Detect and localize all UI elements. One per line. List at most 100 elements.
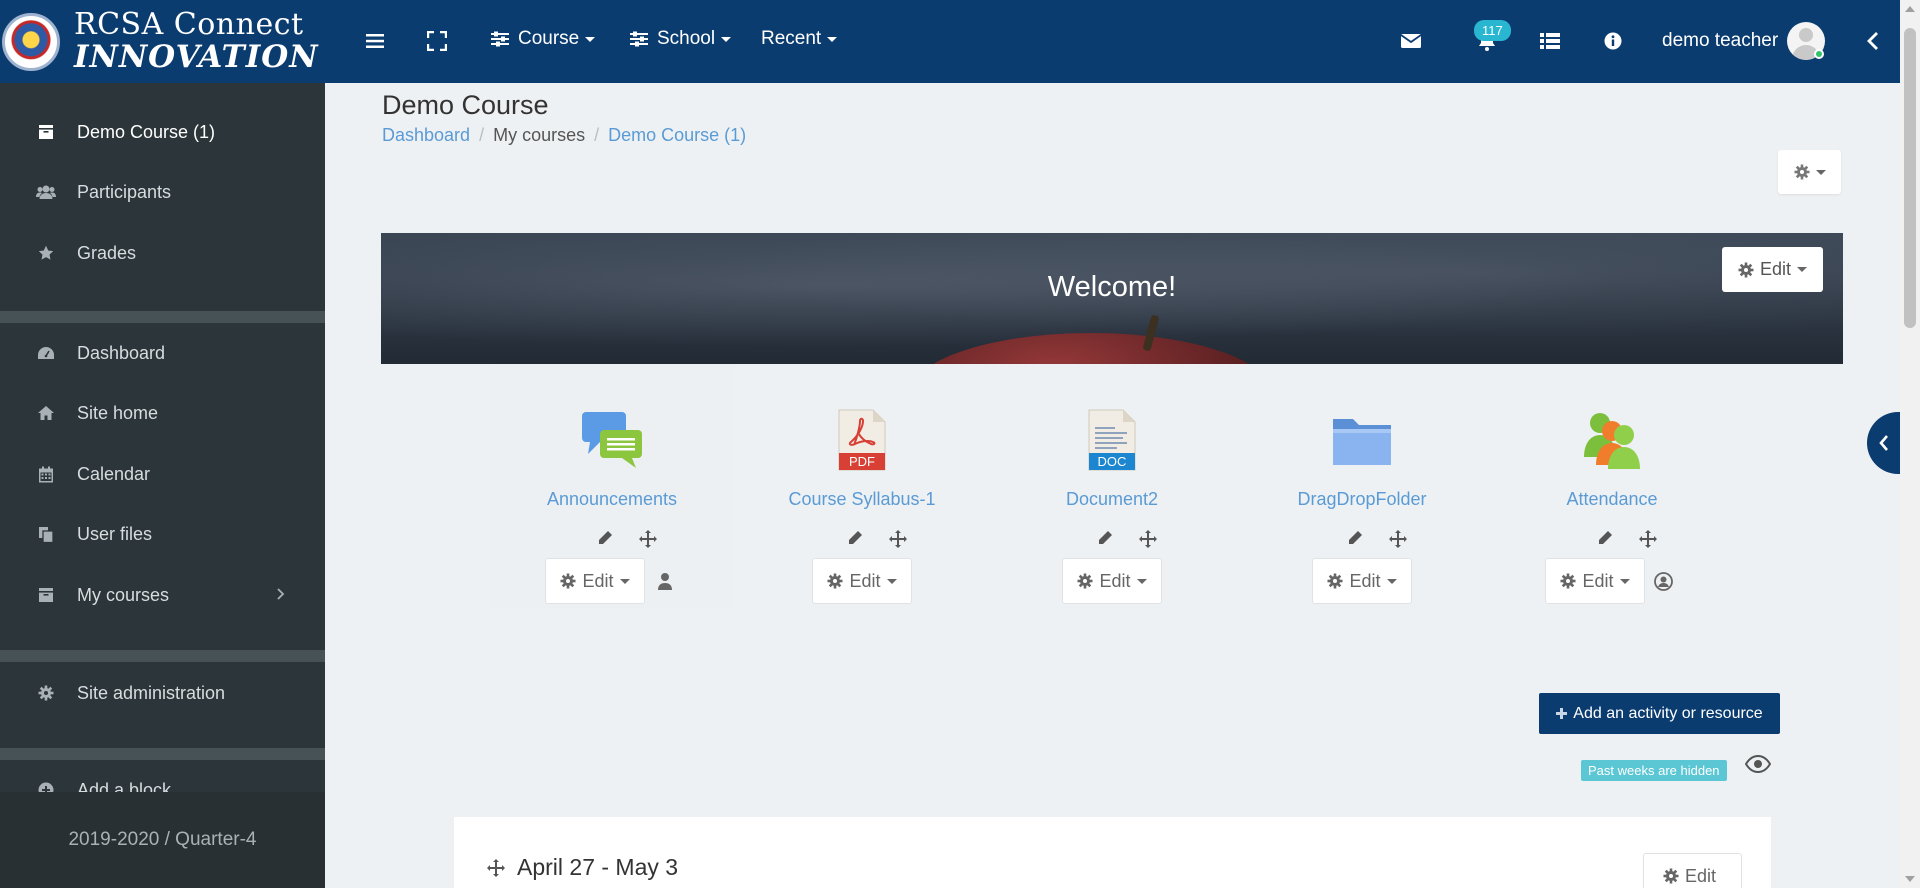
- recent-menu[interactable]: Recent: [761, 28, 838, 50]
- scrollbar-thumb[interactable]: [1904, 28, 1916, 328]
- activity-name: Document2: [1065, 489, 1159, 509]
- sidebar-term-footer: 2019-2020 / Quarter-4: [0, 792, 325, 888]
- messages-envelope-icon[interactable]: [1398, 28, 1424, 54]
- sidebar-item-demo-course[interactable]: Demo Course (1): [0, 102, 325, 162]
- move-icon[interactable]: [1389, 530, 1407, 553]
- edit-label: Edit: [849, 570, 881, 591]
- scroll-up-arrow-icon[interactable]: [1905, 6, 1915, 12]
- calendar-icon: [36, 464, 56, 484]
- gear-icon: [1738, 262, 1754, 277]
- chevron-left-icon[interactable]: [1860, 28, 1886, 54]
- course-menu[interactable]: Course: [491, 28, 596, 50]
- school-logo: [2, 12, 60, 71]
- chevron-down-icon: [1619, 578, 1630, 584]
- sidebar-item-label: User files: [77, 523, 153, 544]
- activity-tools: [1097, 530, 1157, 553]
- chevron-down-icon: [827, 36, 838, 42]
- gear-icon: [1560, 573, 1576, 589]
- activity-attendance[interactable]: Attendance: [1492, 408, 1732, 510]
- activity-announcements[interactable]: Announcements: [492, 408, 732, 510]
- section-edit-button[interactable]: Edit: [1643, 853, 1742, 888]
- user-circle-icon[interactable]: [1654, 572, 1673, 596]
- move-icon[interactable]: [487, 859, 505, 882]
- folder-icon: [1330, 408, 1394, 472]
- move-icon[interactable]: [889, 530, 907, 553]
- breadcrumb-dashboard[interactable]: Dashboard: [382, 125, 470, 146]
- sidebar-item-user-files[interactable]: User files: [0, 504, 325, 564]
- add-activity-label: Add an activity or resource: [1573, 704, 1763, 722]
- sidebar-item-label: Site administration: [77, 682, 226, 703]
- activity-dragdropfolder[interactable]: DragDropFolder: [1242, 408, 1482, 510]
- sidebar-divider: [0, 311, 325, 323]
- chevron-down-icon: [721, 36, 732, 42]
- drawer-toggle-button[interactable]: [1867, 412, 1900, 474]
- pencil-icon[interactable]: [1347, 530, 1363, 553]
- gear-icon: [1327, 573, 1343, 589]
- online-status-dot: [1814, 49, 1824, 59]
- welcome-banner: Welcome!: [381, 233, 1843, 364]
- sidebar-item-participants[interactable]: Participants: [0, 162, 325, 222]
- recent-menu-label: Recent: [761, 28, 822, 49]
- chevron-down-icon: [1815, 169, 1826, 175]
- notification-count-badge: 117: [1474, 20, 1511, 41]
- info-icon[interactable]: [1600, 28, 1626, 54]
- user-name[interactable]: demo teacher: [1662, 30, 1778, 52]
- eye-icon[interactable]: [1744, 754, 1772, 778]
- plus-icon: [1556, 708, 1568, 719]
- files-icon: [36, 524, 56, 544]
- attendance-icon: [1580, 408, 1644, 472]
- sidebar-item-site-home[interactable]: Site home: [0, 383, 325, 443]
- sidebar-item-site-administration[interactable]: Site administration: [0, 663, 325, 723]
- breadcrumb: Dashboard / My courses / Demo Course (1): [382, 125, 746, 146]
- list-view-icon[interactable]: [1537, 28, 1563, 54]
- archive-icon: [36, 585, 56, 605]
- past-weeks-hidden-badge: Past weeks are hidden: [1581, 760, 1727, 781]
- page-scrollbar[interactable]: [1900, 0, 1920, 888]
- gear-icon: [1663, 868, 1679, 884]
- brand-line2: INNOVATION: [74, 39, 319, 75]
- breadcrumb-demo-course[interactable]: Demo Course (1): [608, 125, 746, 146]
- user-icon[interactable]: [658, 572, 672, 595]
- apple-image: [911, 333, 1271, 364]
- sidebar-item-dashboard[interactable]: Dashboard: [0, 323, 325, 383]
- pencil-icon[interactable]: [597, 530, 613, 553]
- activity-edit-button[interactable]: Edit: [1062, 558, 1162, 604]
- sidebar-item-my-courses[interactable]: My courses: [0, 565, 325, 625]
- sidebar-item-label: Site home: [77, 402, 159, 423]
- scroll-down-arrow-icon[interactable]: [1905, 876, 1915, 882]
- course-menu-label: Course: [518, 28, 580, 49]
- brand-line1: RCSA Connect: [74, 7, 304, 42]
- move-icon[interactable]: [639, 530, 657, 553]
- activity-document2[interactable]: DOC Document2: [992, 408, 1232, 510]
- breadcrumb-separator: /: [479, 125, 485, 145]
- pdf-badge: PDF: [849, 454, 875, 469]
- school-menu[interactable]: School: [630, 28, 732, 50]
- gear-icon: [36, 683, 56, 703]
- activity-course-syllabus[interactable]: PDF Course Syllabus-1: [742, 408, 982, 510]
- gear-icon: [1794, 164, 1809, 180]
- pencil-icon[interactable]: [1597, 530, 1613, 553]
- hamburger-menu-icon[interactable]: [362, 28, 388, 54]
- fullscreen-icon[interactable]: [424, 28, 450, 54]
- activity-name: DragDropFolder: [1297, 489, 1427, 509]
- move-icon[interactable]: [1139, 530, 1157, 553]
- activity-edit-button[interactable]: Edit: [1545, 558, 1645, 604]
- edit-label: Edit: [1684, 865, 1717, 886]
- banner-edit-button[interactable]: Edit: [1722, 247, 1823, 292]
- pdf-icon: PDF: [830, 408, 894, 472]
- activity-edit-button[interactable]: Edit: [545, 558, 645, 604]
- top-navbar: RCSA Connect INNOVATION Course School Re…: [0, 0, 1900, 83]
- add-activity-button[interactable]: Add an activity or resource: [1539, 693, 1780, 734]
- activity-edit-button[interactable]: Edit: [1312, 558, 1412, 604]
- sidebar-item-grades[interactable]: Grades: [0, 223, 325, 283]
- activity-name: Course Syllabus-1: [788, 489, 936, 509]
- course-settings-button[interactable]: [1778, 150, 1841, 194]
- sidebar-item-calendar[interactable]: Calendar: [0, 444, 325, 504]
- sidebar: Demo Course (1) Participants Grades Dash…: [0, 83, 325, 888]
- pencil-icon[interactable]: [847, 530, 863, 553]
- pencil-icon[interactable]: [1097, 530, 1113, 553]
- move-icon[interactable]: [1639, 530, 1657, 553]
- brand[interactable]: RCSA Connect INNOVATION: [0, 0, 325, 83]
- edit-label: Edit: [1582, 570, 1614, 591]
- activity-edit-button[interactable]: Edit: [812, 558, 912, 604]
